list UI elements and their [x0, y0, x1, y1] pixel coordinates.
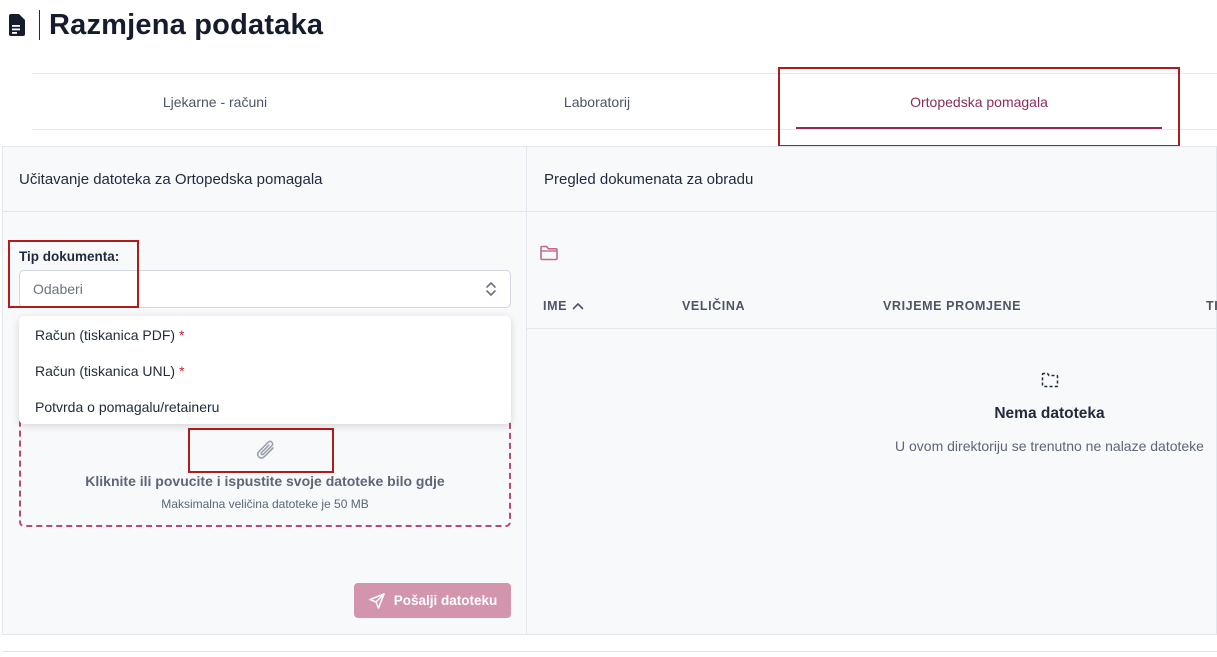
option-racun-pdf[interactable]: Račun (tiskanica PDF) *	[19, 317, 511, 353]
document-icon	[6, 12, 28, 38]
send-icon	[368, 592, 385, 609]
option-label: Račun (tiskanica PDF)	[35, 327, 176, 343]
option-label: Potvrda o pomagalu/retaineru	[35, 399, 220, 415]
column-header-modified[interactable]: VRIJEME PROMJENE	[883, 284, 1021, 328]
column-header-name[interactable]: IME	[543, 284, 584, 328]
empty-state-subtitle: U ovom direktoriju se trenutno ne nalaze…	[895, 438, 1204, 454]
column-header-size[interactable]: VELIČINA	[682, 284, 745, 328]
document-type-label: Tip dokumenta:	[19, 249, 120, 264]
dropzone-subtext: Maksimalna veličina datoteke je 50 MB	[161, 497, 369, 511]
sort-ascending-icon	[572, 303, 584, 310]
upload-panel: Učitavanje datoteka za Ortopedska pomaga…	[3, 147, 527, 634]
upload-panel-title: Učitavanje datoteka za Ortopedska pomaga…	[3, 147, 526, 212]
send-file-button[interactable]: Pošalji datoteku	[354, 583, 511, 618]
tab-ortopedska-pomagala[interactable]: Ortopedska pomagala	[796, 74, 1162, 130]
paperclip-icon	[256, 440, 274, 459]
review-panel-title: Pregled dokumenata za obradu	[527, 147, 1216, 212]
title-divider	[39, 10, 40, 40]
files-table-header: IME VELIČINA VRIJEME PROMJENE TI	[527, 284, 1217, 329]
tab-ljekarne-racuni[interactable]: Ljekarne - računi	[32, 74, 398, 130]
empty-state-title: Nema datoteka	[994, 405, 1105, 422]
document-type-options: Račun (tiskanica PDF) * Račun (tiskanica…	[19, 316, 511, 424]
option-racun-unl[interactable]: Račun (tiskanica UNL) *	[19, 353, 511, 389]
tab-laboratorij[interactable]: Laboratorij	[412, 74, 782, 130]
option-potvrda-pomagalo[interactable]: Potvrda o pomagalu/retaineru	[19, 389, 511, 425]
review-panel: Pregled dokumenata za obradu IME VELIČIN…	[527, 147, 1217, 634]
chevron-up-down-icon	[486, 282, 496, 296]
page-title: Razmjena podataka	[49, 8, 324, 41]
page-header: Razmjena podataka	[6, 8, 323, 42]
required-mark: *	[179, 363, 185, 379]
column-label: IME	[543, 299, 568, 313]
select-placeholder: Odaberi	[33, 281, 83, 297]
active-tab-indicator	[796, 127, 1162, 129]
folder-icon[interactable]	[539, 244, 559, 262]
document-type-select[interactable]: Odaberi	[19, 270, 511, 308]
content-panels: Učitavanje datoteka za Ortopedska pomaga…	[2, 146, 1217, 635]
required-mark: *	[179, 327, 185, 343]
dropzone-text: Kliknite ili povucite i ispustite svoje …	[85, 473, 445, 489]
column-header-type[interactable]: TI	[1206, 284, 1217, 328]
tab-bar: Ljekarne - računi Laboratorij Ortopedska…	[32, 73, 1217, 130]
send-file-label: Pošalji datoteku	[393, 593, 498, 608]
empty-folder-icon	[1041, 372, 1059, 388]
bottom-divider	[2, 651, 1217, 652]
option-label: Račun (tiskanica UNL)	[35, 363, 176, 379]
